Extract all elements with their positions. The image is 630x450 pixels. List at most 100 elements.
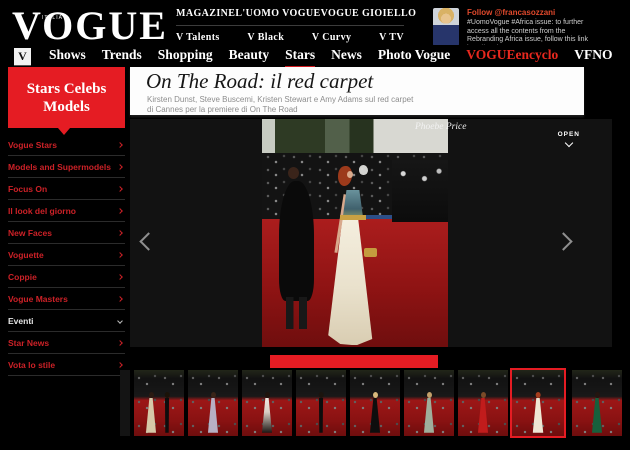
twitter-follow-link[interactable]: Follow @francasozzani xyxy=(467,8,630,17)
menu-item-v-talents[interactable]: V Talents xyxy=(176,32,220,43)
thumbnail-black-suit[interactable] xyxy=(296,370,346,436)
sidebar-item-voguette[interactable]: Voguette xyxy=(8,244,125,266)
menu-item-v-black[interactable]: V Black xyxy=(247,32,284,43)
thumbnail-red-gown[interactable] xyxy=(458,370,508,436)
gallery-panel: Phoebe Price OPEN xyxy=(130,119,612,347)
thumbnail-figure xyxy=(529,392,548,433)
sidebar-item-focus-on[interactable]: Focus On xyxy=(8,178,125,200)
thumbnail-black-dress-blonde[interactable] xyxy=(350,370,400,436)
nav-item-trends[interactable]: Trends xyxy=(102,45,142,68)
thumbnail-white-gown-phoebe-price[interactable] xyxy=(510,368,566,438)
nav-items: Shows Trends Shopping Beauty Stars News Photo … xyxy=(41,45,620,68)
photo-caption: Phoebe Price xyxy=(415,122,466,132)
sidebar-item-label: Vogue Stars xyxy=(8,140,57,150)
nav-item-stars[interactable]: Stars xyxy=(285,45,315,68)
photo-phoebe-gold-belt xyxy=(340,215,366,220)
sidebar-item-vogue-stars[interactable]: Vogue Stars xyxy=(8,134,125,156)
section-title-line1: Stars Celebs xyxy=(8,80,125,98)
chevron-right-icon xyxy=(117,340,123,346)
figure-dress xyxy=(529,398,548,433)
top-menu: MAGAZINEL'UOMO VOGUEVOGUE GIOIELLO V Tal… xyxy=(176,8,404,43)
thumbnail-silver-green-gown[interactable] xyxy=(404,370,454,436)
nav-item-vfno[interactable]: VFNO xyxy=(574,45,612,68)
nav-item-vogueencyclo[interactable]: VOGUEencyclo xyxy=(466,45,558,68)
nav-item-shopping[interactable]: Shopping xyxy=(158,45,213,68)
nav-v-badge[interactable]: V xyxy=(14,48,31,65)
thumbnail-figure xyxy=(588,392,606,433)
thumbnail-white-black-ombre-gown[interactable] xyxy=(242,370,292,436)
open-button[interactable]: OPEN xyxy=(558,131,580,146)
article-subtitle-line2: di Cannes per la premiere di On The Road xyxy=(147,105,413,115)
figure-dress xyxy=(204,398,222,433)
sidebar-item-label: Star News xyxy=(8,338,49,348)
menu-item-vogue-gioiello[interactable]: VOGUE GIOIELLO xyxy=(321,8,417,19)
menu-item-l-uomo-vogue[interactable]: L'UOMO VOGUE xyxy=(235,8,320,19)
open-button-label: OPEN xyxy=(558,131,580,138)
main-photo-phoebe-price[interactable] xyxy=(262,119,448,347)
sidebar-item-new-faces[interactable]: New Faces xyxy=(8,222,125,244)
thumbnail-figure xyxy=(366,392,384,433)
section-title-box: Stars Celebs Models xyxy=(8,67,125,128)
chevron-right-icon xyxy=(117,186,123,192)
top-menu-row-1: MAGAZINEL'UOMO VOGUEVOGUE GIOIELLO xyxy=(176,8,404,19)
thumbnail-figure xyxy=(474,392,492,433)
figure-head xyxy=(149,392,154,398)
sidebar-item-star-news[interactable]: Star News xyxy=(8,332,125,354)
sidebar-item-label: Il look del giorno xyxy=(8,206,76,216)
figure-head xyxy=(536,392,541,398)
figure-dress xyxy=(163,398,172,433)
sidebar-item-models-and-supermodels[interactable]: Models and Supermodels xyxy=(8,156,125,178)
sidebar-menu: Vogue Stars Models and Supermodels Focus O… xyxy=(8,134,125,376)
sidebar-item-label: Models and Supermodels xyxy=(8,162,111,172)
thumbnail-couple-beige-gown[interactable] xyxy=(134,370,184,436)
sidebar-item-vogue-masters[interactable]: Vogue Masters xyxy=(8,288,125,310)
photo-woman-in-black-legs xyxy=(286,297,306,329)
sidebar-item-eventi[interactable]: Eventi xyxy=(8,310,125,332)
chevron-right-icon xyxy=(117,164,123,170)
article-header: On The Road: il red carpet Kirsten Dunst… xyxy=(130,67,584,115)
section-title-line2: Models xyxy=(8,98,125,116)
chevron-right-icon xyxy=(117,274,123,280)
figure-head xyxy=(265,392,270,398)
twitter-avatar[interactable] xyxy=(433,8,459,46)
thumbnail-lavender-gown[interactable] xyxy=(188,370,238,436)
figure-dress xyxy=(258,398,276,433)
photo-phoebe-fascinator xyxy=(359,165,368,175)
article-subtitle: Kirsten Dunst, Steve Buscemi, Kristen St… xyxy=(147,95,413,114)
sidebar-item-coppie[interactable]: Coppie xyxy=(8,266,125,288)
menu-item-v-tv[interactable]: V TV xyxy=(379,32,404,43)
photo-woman-in-black-head xyxy=(288,167,299,179)
figure-head xyxy=(427,392,432,398)
thumbnail-partial[interactable] xyxy=(120,370,130,436)
figure-head xyxy=(211,392,216,398)
figure-head xyxy=(373,392,378,398)
tweet-line: Rebranding Africa issue, follow this lin… xyxy=(467,36,630,45)
nav-item-photo-vogue[interactable]: Photo Vogue xyxy=(378,45,450,68)
nav-item-shows[interactable]: Shows xyxy=(49,45,86,68)
chevron-down-icon xyxy=(117,318,123,324)
figure-dress xyxy=(588,398,606,433)
figure-dress xyxy=(317,398,326,433)
nav-item-news[interactable]: News xyxy=(331,45,362,68)
sidebar-item-label: Focus On xyxy=(8,184,47,194)
thumbnail-emerald-gown[interactable] xyxy=(572,370,622,436)
sidebar-item-label: Vogue Masters xyxy=(8,294,68,304)
next-photo-arrow-icon[interactable] xyxy=(554,232,572,250)
tweet-line: #UomoVogue #Africa issue: to further xyxy=(467,19,630,28)
sidebar-item-il-look-del-giorno[interactable]: Il look del giorno xyxy=(8,200,125,222)
menu-item-magazine[interactable]: MAGAZINE xyxy=(176,8,235,19)
nav-item-beauty[interactable]: Beauty xyxy=(229,45,270,68)
sidebar-item-label: Eventi xyxy=(8,316,34,326)
thumbnail-figure xyxy=(420,392,438,433)
vogue-logo-italia-label: ITALIA xyxy=(42,15,63,21)
chevron-right-icon xyxy=(117,208,123,214)
menu-item-v-curvy[interactable]: V Curvy xyxy=(312,32,352,43)
photo-phoebe-gold-clutch xyxy=(364,248,377,257)
chevron-right-icon xyxy=(117,296,123,302)
previous-photo-arrow-icon[interactable] xyxy=(139,232,157,250)
photo-woman-in-black xyxy=(279,181,314,302)
chevron-down-icon xyxy=(565,139,573,147)
thumbnail-strip xyxy=(0,368,630,440)
vogue-logo[interactable]: VOGUE xyxy=(12,2,168,49)
menu-divider xyxy=(176,25,404,26)
